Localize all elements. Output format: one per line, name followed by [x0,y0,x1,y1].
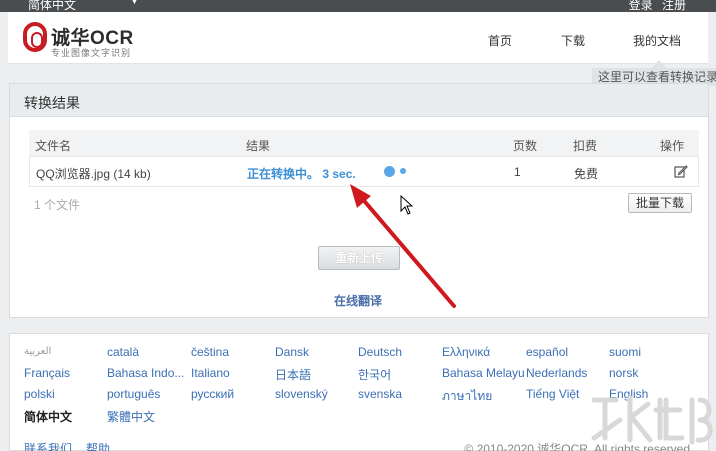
column-pages: 页数 [513,139,538,153]
nav-my-documents[interactable]: 我的文档 [633,32,681,49]
language-link[interactable]: ภาษาไทย [442,387,492,406]
language-link[interactable]: português [107,387,160,401]
chevron-down-icon[interactable]: ▼ [130,0,139,6]
reupload-button[interactable]: 重新上传 [318,246,400,270]
column-filename: 文件名 [35,139,72,153]
nav-download[interactable]: 下载 [561,32,585,49]
fee-value: 免费 [574,167,599,181]
language-link[interactable]: čeština [191,345,229,359]
language-link[interactable]: русский [191,387,234,401]
edit-icon[interactable] [674,164,688,178]
panel-title: 转换结果 [24,95,80,111]
logo-tagline: 专业图像文字识别 [51,48,132,58]
conversion-status: 正在转换中。 3 sec. [247,167,356,181]
language-link[interactable]: català [107,345,139,359]
loading-dot-icon [400,168,406,174]
file-count: 1 个文件 [34,198,81,212]
login-link[interactable]: 登录 [629,0,653,12]
language-link[interactable]: Français [24,366,70,380]
language-link[interactable]: 한국어 [358,366,391,383]
language-link-current[interactable]: 简体中文 [24,408,72,425]
language-link[interactable]: Bahasa Melayu [442,366,525,380]
panel-header: 转换结果 [10,84,708,117]
column-action: 操作 [660,139,685,153]
batch-download-button[interactable]: 批量下载 [628,193,692,213]
language-link[interactable]: Dansk [275,345,309,359]
online-translate-link[interactable]: 在线翻译 [334,292,382,309]
logo-mark-icon [23,22,47,52]
language-link[interactable]: 日本語 [275,366,311,383]
language-link[interactable]: Deutsch [358,345,402,359]
file-name: QQ浏览器.jpg (14 kb) [36,167,151,181]
language-link[interactable]: Bahasa Indo... [107,366,184,380]
result-panel: 转换结果 文件名 结果 页数 扣费 操作 QQ浏览器.jpg (14 kb) 正… [9,83,709,318]
page-count: 1 [514,165,521,179]
table-header: 文件名 结果 页数 扣费 操作 [29,130,699,156]
language-link[interactable]: Italiano [191,366,230,380]
tooltip-pointer [652,60,666,68]
mouse-cursor-icon [400,195,414,215]
language-link[interactable]: 繁體中文 [107,408,155,425]
register-link[interactable]: 注册 [662,0,686,12]
help-link[interactable]: 帮助 [86,440,110,451]
table-row: QQ浏览器.jpg (14 kb) 正在转换中。 3 sec. 1 免费 [29,156,699,187]
site-header: 诚华OCR 专业图像文字识别 首页 下载 我的文档 [8,12,708,64]
column-result: 结果 [246,139,271,153]
language-link[interactable]: slovenský [275,387,328,401]
language-link[interactable]: Nederlands [526,366,587,380]
loading-dot-icon [384,166,395,177]
nav-home[interactable]: 首页 [488,32,512,49]
language-link[interactable]: norsk [609,366,638,380]
column-fee: 扣费 [573,139,598,153]
language-link[interactable]: Ελληνικά [442,345,490,359]
watermark-logo [591,395,713,445]
language-link[interactable]: polski [24,387,55,401]
language-link[interactable]: svenska [358,387,402,401]
language-link[interactable]: español [526,345,568,359]
language-link[interactable]: العربية [24,346,51,357]
language-link[interactable]: suomi [609,345,641,359]
language-link[interactable]: Tiếng Việt [526,387,579,401]
top-bar: 简体中文 ▼ 登录 注册 [0,0,716,12]
contact-link[interactable]: 联系我们 [24,440,72,451]
